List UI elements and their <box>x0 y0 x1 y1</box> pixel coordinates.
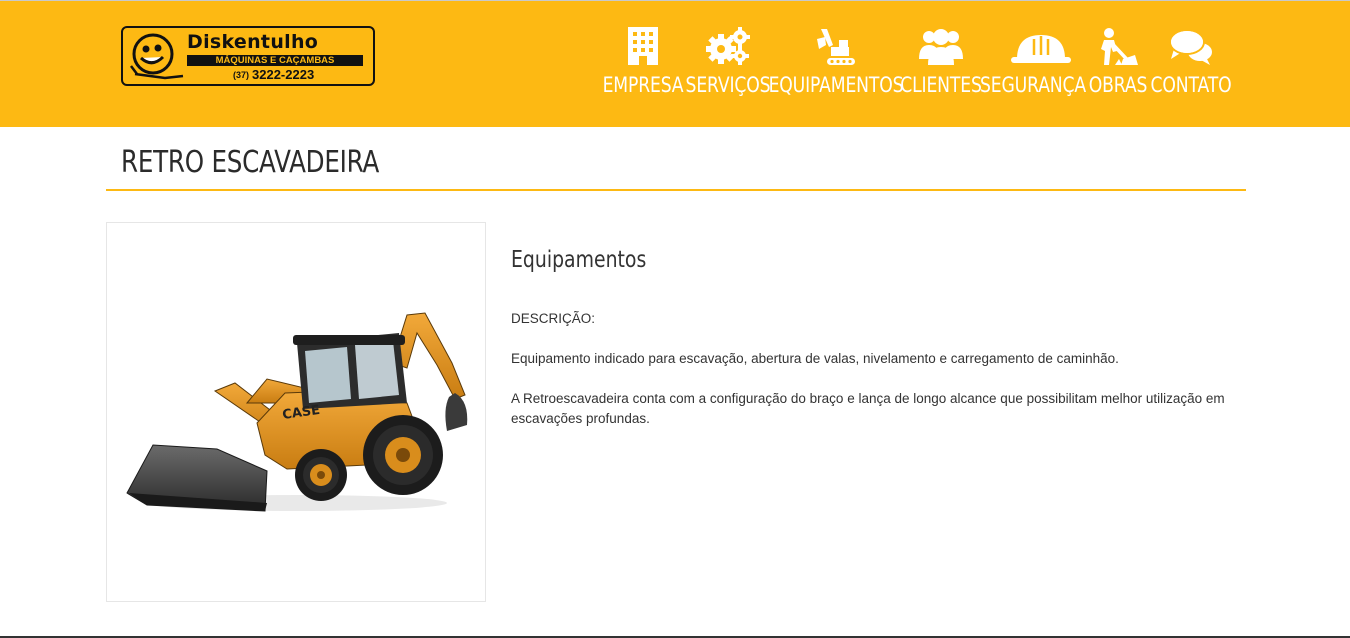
nav-item-clientes[interactable]: CLIENTES <box>900 23 982 103</box>
nav-label-obras: OBRAS <box>1088 73 1148 97</box>
site-header: Diskentulho MÁQUINAS E CAÇAMBAS (37) 3222… <box>0 0 1350 127</box>
equipment-image[interactable]: CASE <box>106 222 486 602</box>
nav-label-empresa: EMPRESA <box>602 73 684 97</box>
chat-bubbles-icon <box>1167 25 1215 69</box>
gears-icon <box>704 25 752 69</box>
nav-item-seguranca[interactable]: SEGURANÇA <box>980 23 1086 103</box>
nav-label-servicos: SERVIÇOS <box>685 73 771 97</box>
building-icon <box>619 25 667 69</box>
nav-label-contato: CONTATO <box>1150 73 1232 97</box>
nav-item-servicos[interactable]: SERVIÇOS <box>686 23 771 103</box>
nav-item-contato[interactable]: CONTATO <box>1150 23 1232 103</box>
nav-item-equipamentos[interactable]: EQUIPAMENTOS <box>769 23 904 103</box>
section-heading: Equipamentos <box>511 247 647 273</box>
nav-item-empresa[interactable]: EMPRESA <box>603 23 684 103</box>
logo-name: Diskentulho <box>187 31 319 53</box>
smiley-mascot-icon <box>130 33 184 80</box>
logo-phone-ddd: (37) <box>233 70 250 80</box>
nav-label-seguranca: SEGURANÇA <box>979 73 1087 97</box>
hard-hat-icon <box>1009 25 1071 69</box>
logo-phone: (37) 3222-2223 <box>233 67 314 82</box>
site-logo[interactable]: Diskentulho MÁQUINAS E CAÇAMBAS (37) 3222… <box>121 26 375 86</box>
description-paragraph-1: Equipamento indicado para escavação, abe… <box>511 351 1119 366</box>
page-title: RETRO ESCAVADEIRA <box>121 145 380 180</box>
backhoe-loader-image: CASE <box>126 312 468 512</box>
description-label: DESCRIÇÃO: <box>511 311 596 326</box>
nav-item-obras[interactable]: OBRAS <box>1088 23 1148 103</box>
description-paragraph-2: A Retroescavadeira conta com a configura… <box>511 391 1225 426</box>
logo-subtitle: MÁQUINAS E CAÇAMBAS <box>187 55 363 66</box>
excavator-icon <box>812 25 860 69</box>
worker-digging-icon <box>1094 25 1142 69</box>
logo-phone-number: 3222-2223 <box>252 67 315 82</box>
users-icon <box>917 25 965 69</box>
nav-label-equipamentos: EQUIPAMENTOS <box>768 73 904 97</box>
nav-label-clientes: CLIENTES <box>900 73 982 97</box>
title-divider <box>106 189 1246 191</box>
